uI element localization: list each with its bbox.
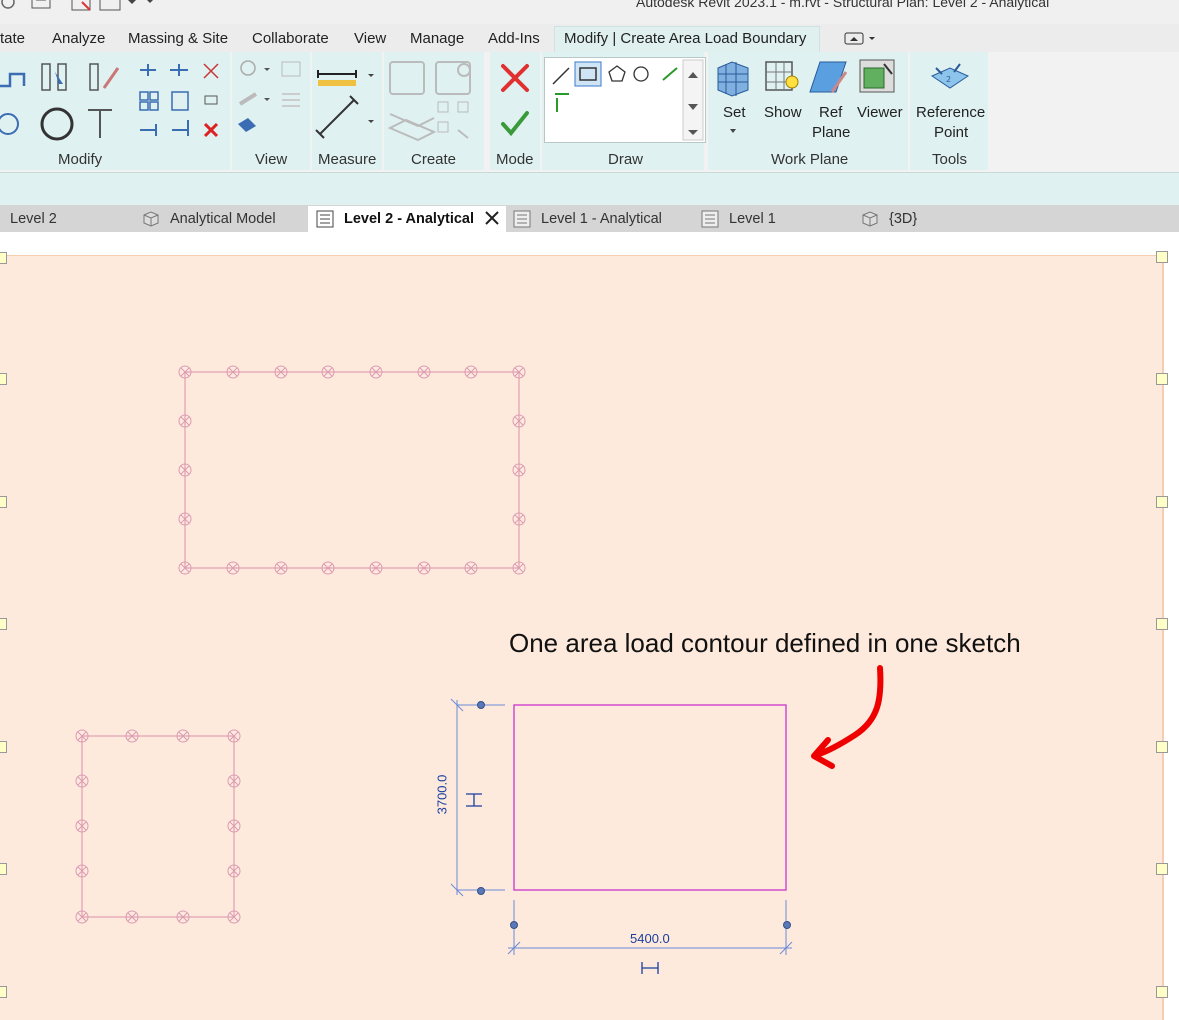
dimension-value-horizontal[interactable]: 5400.0	[630, 931, 670, 946]
sketch-geometry	[75, 365, 884, 974]
annotation-arrow	[811, 665, 884, 769]
annotation-text: One area load contour defined in one ske…	[509, 628, 1021, 658]
dimension-value-vertical-container: 3700.0	[432, 773, 460, 823]
analytical-panel-lower	[81, 735, 235, 918]
analytical-panel-upper	[184, 371, 520, 569]
dimension-value-vertical[interactable]: 3700.0	[434, 775, 449, 815]
area-load-boundary-sketch	[513, 704, 787, 891]
analytical-nodes-upper	[178, 365, 526, 575]
analytical-nodes-lower	[75, 729, 241, 924]
